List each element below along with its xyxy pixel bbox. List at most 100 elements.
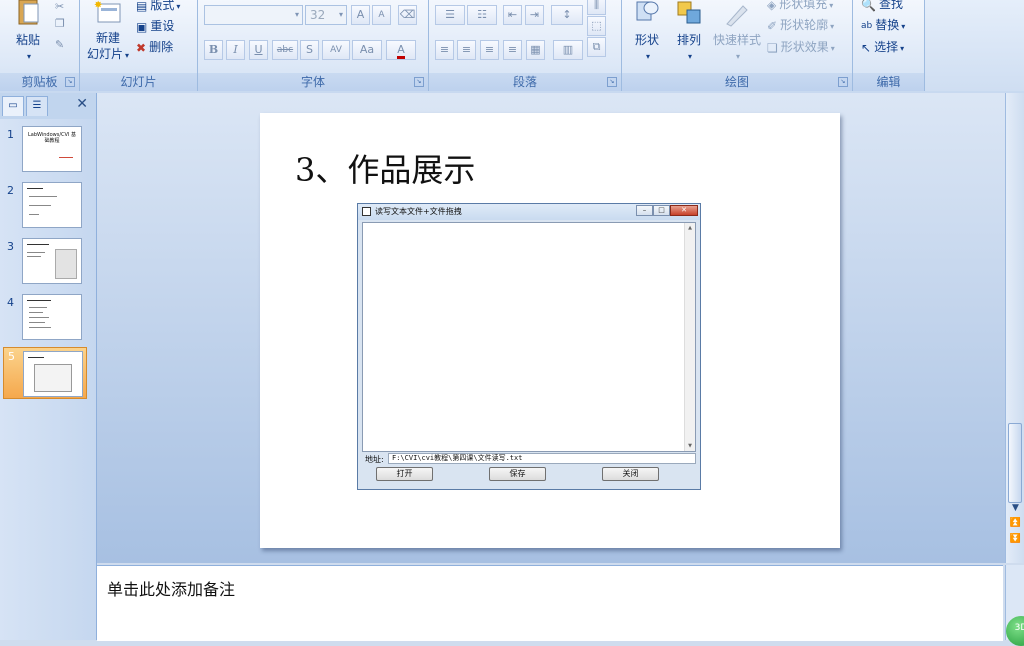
slide-4-text-line	[29, 307, 47, 308]
slide-5-title-line	[28, 357, 44, 358]
window-app-icon	[362, 207, 371, 216]
distributed-button[interactable]: ▦	[526, 40, 545, 60]
text-direction-button[interactable]: ⫼	[587, 0, 606, 15]
font-label: 字体	[198, 73, 428, 91]
shadow-button[interactable]: S	[300, 40, 319, 60]
slide-title[interactable]: 3、作品展示	[295, 145, 475, 191]
slide-thumbnail-image-5	[23, 351, 83, 397]
grow-font-button[interactable]: A	[351, 5, 370, 25]
text-area-scrollbar: ▲ ▼	[684, 223, 695, 451]
new-slide-dropdown-icon[interactable]: ▾	[125, 51, 129, 60]
slide-3-text-line	[27, 252, 45, 253]
paragraph-launcher-icon[interactable]: ↘	[607, 77, 617, 87]
previous-slide-icon[interactable]: ⏫	[1006, 518, 1024, 528]
shadow-label: S	[306, 43, 313, 56]
smartart-button[interactable]: ⧉	[587, 37, 606, 57]
clear-format-icon: ⌫	[399, 8, 416, 21]
slide-thumbnail-1[interactable]: 1 LabWindows/CVI 基础教程	[0, 126, 96, 178]
align-left-button[interactable]: ≡	[435, 40, 454, 60]
shrink-font-button[interactable]: A	[372, 5, 391, 25]
replace-icon: ab	[861, 20, 873, 31]
columns-button[interactable]: ▥	[553, 40, 583, 60]
reset-button[interactable]: ▣ 重设	[136, 16, 174, 36]
clear-format-button[interactable]: ⌫	[398, 5, 417, 25]
current-slide[interactable]: 3、作品展示 读写文本文件+文件拖拽 – □ ✕ ▲ ▼ 地址: F:\CVI\…	[260, 113, 840, 548]
drawing-launcher-icon[interactable]: ↘	[838, 77, 848, 87]
notes-pane[interactable]: 单击此处添加备注	[97, 565, 1003, 641]
font-name-combo[interactable]: ▾	[204, 5, 303, 25]
slide-number-2: 2	[7, 184, 14, 197]
save-button: 保存	[489, 467, 546, 481]
slide-1-accent-line	[59, 157, 73, 158]
scrollbar-thumb[interactable]	[1008, 423, 1022, 503]
shapes-label: 形状	[634, 33, 659, 47]
align-right-icon: ≡	[484, 43, 495, 56]
vertical-scrollbar[interactable]: ▼ ⏫ ⏬	[1005, 93, 1024, 563]
italic-button[interactable]: I	[226, 40, 245, 60]
window-title: 读写文本文件+文件拖拽	[375, 207, 462, 216]
align-text-button[interactable]: ⬚	[587, 16, 606, 36]
paste-button[interactable]: 粘贴 ▾	[6, 0, 50, 62]
new-slide-label-2-text: 幻灯片	[86, 47, 123, 61]
find-button[interactable]: 🔍 查找	[861, 0, 903, 14]
underline-button[interactable]: U	[249, 40, 268, 60]
slide-thumbnail-4[interactable]: 4	[0, 294, 96, 346]
arrange-button[interactable]: 排列 ▾	[668, 0, 710, 62]
cut-icon[interactable]: ✂	[55, 0, 64, 13]
drawing-group: 形状 ▾ 排列 ▾ 快速样式 ▾ ◈ 形状填充 ▾ ✐ 形状轮廓 ▾ ❏ 形状效果 ▾ 绘图…	[622, 0, 853, 91]
justify-button[interactable]: ≡	[503, 40, 522, 60]
layout-button[interactable]: ▤ 版式 ▾	[136, 0, 180, 15]
delete-button[interactable]: ✖ 删除	[136, 37, 173, 57]
shapes-button[interactable]: 形状 ▾	[626, 0, 668, 62]
align-right-button[interactable]: ≡	[480, 40, 499, 60]
clipboard-launcher-icon[interactable]: ↘	[65, 77, 75, 87]
shapes-dropdown-icon: ▾	[645, 52, 650, 61]
maximize-icon: □	[653, 205, 670, 216]
change-case-button[interactable]: Aa	[352, 40, 382, 60]
distributed-icon: ▦	[530, 43, 541, 56]
align-left-icon: ≡	[439, 43, 450, 56]
slide-2-title-line	[27, 188, 43, 189]
font-name-dropdown-icon: ▾	[294, 10, 299, 19]
font-launcher-icon[interactable]: ↘	[414, 77, 424, 87]
slide-2-text-line	[29, 205, 51, 206]
layout-dropdown-icon: ▾	[176, 2, 181, 11]
slides-tab[interactable]: ▭	[2, 96, 24, 116]
strikethrough-label: abc	[276, 45, 294, 55]
font-size-combo[interactable]: 32 ▾	[305, 5, 347, 25]
bullets-button[interactable]: ☰	[435, 5, 465, 25]
slide-thumbnail-3[interactable]: 3	[0, 238, 96, 290]
slide-4-text-line	[29, 327, 51, 328]
slide-3-text-line	[27, 256, 41, 257]
zoom-fit-icon[interactable]: 3D	[1006, 616, 1024, 646]
next-slide-icon[interactable]: ⏬	[1006, 534, 1024, 544]
strikethrough-button[interactable]: abc	[272, 40, 298, 60]
decrease-indent-button[interactable]: ⇤	[503, 5, 522, 25]
shape-effects-icon: ❏	[767, 40, 778, 55]
align-center-button[interactable]: ≡	[457, 40, 476, 60]
embedded-app-screenshot[interactable]: 读写文本文件+文件拖拽 – □ ✕ ▲ ▼ 地址: F:\CVI\cvi教程\第…	[357, 203, 701, 490]
close-icon: ✕	[670, 205, 698, 216]
format-painter-icon[interactable]: ✎	[55, 38, 64, 51]
quick-styles-button[interactable]: 快速样式 ▾	[710, 0, 764, 62]
char-spacing-button[interactable]: AV	[322, 40, 350, 60]
outline-tab[interactable]: ☰	[26, 96, 48, 116]
paste-dropdown-icon[interactable]: ▾	[27, 52, 31, 61]
font-color-button[interactable]: A	[386, 40, 416, 60]
shape-effects-button[interactable]: ❏ 形状效果 ▾	[767, 37, 835, 57]
increase-indent-button[interactable]: ⇥	[525, 5, 544, 25]
shape-outline-button[interactable]: ✐ 形状轮廓 ▾	[767, 15, 834, 35]
shape-outline-icon: ✐	[767, 18, 778, 33]
panel-close-icon[interactable]: ✕	[76, 96, 88, 112]
slide-thumbnail-2[interactable]: 2	[0, 182, 96, 234]
select-button[interactable]: ↖ 选择 ▾	[861, 37, 904, 57]
bold-button[interactable]: B	[204, 40, 223, 60]
slide-thumbnail-5[interactable]: 5	[3, 347, 87, 399]
new-slide-button[interactable]: ✸ 新建 幻灯片 ▾	[82, 0, 134, 64]
line-spacing-button[interactable]: ↕	[551, 5, 583, 25]
scroll-down-arrow-icon[interactable]: ▼	[1006, 503, 1024, 513]
copy-icon[interactable]: ❐	[55, 17, 65, 30]
numbering-button[interactable]: ☷	[467, 5, 497, 25]
replace-button[interactable]: ab 替换 ▾	[861, 15, 905, 35]
shape-fill-button[interactable]: ◈ 形状填充 ▾	[767, 0, 833, 14]
